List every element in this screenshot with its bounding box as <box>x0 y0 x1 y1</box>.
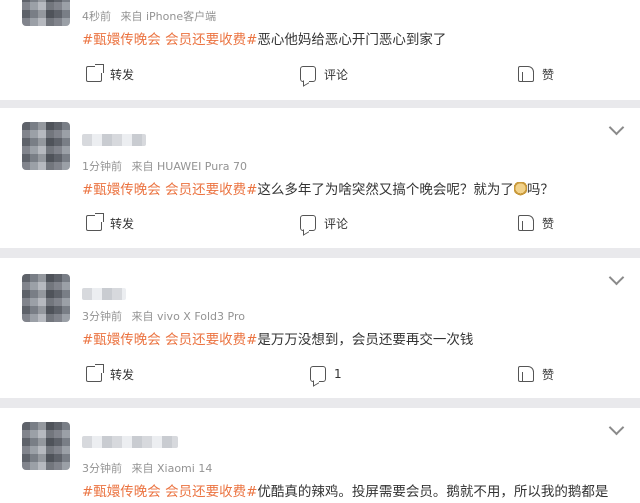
source: 来自 iPhone客户端 <box>120 10 217 23</box>
share-button[interactable]: 转发 <box>86 211 134 235</box>
comment-icon <box>310 366 326 382</box>
comment-card: 1分钟前 来自 HUAWEI Pura 70 #甄嬛传晚会 会员还要收费#这么多… <box>0 108 640 248</box>
avatar[interactable] <box>22 422 70 470</box>
thumbs-up-icon <box>518 215 534 231</box>
timestamp: 4秒前 <box>82 10 111 23</box>
chevron-down-icon[interactable] <box>608 119 625 136</box>
like-label: 赞 <box>542 367 555 382</box>
topic-tag[interactable]: #甄嬛传晚会 会员还要收费# <box>82 484 257 500</box>
comment-body-end: 吗？ <box>526 182 554 198</box>
comment-meta: 4秒前 来自 iPhone客户端 <box>82 8 222 24</box>
comment-body: 优酷真的辣鸡。投屏需要会员。鹅就不用，所以我的鹅都是 <box>257 484 609 500</box>
avatar[interactable] <box>22 274 70 322</box>
avatar[interactable] <box>22 0 70 26</box>
thumbs-up-icon <box>518 66 534 82</box>
comment-icon <box>300 66 316 82</box>
share-label: 转发 <box>110 67 135 82</box>
comment-meta: 1分钟前 来自 HUAWEI Pura 70 <box>82 158 253 174</box>
username-redacted <box>82 288 126 300</box>
comment-body: 是万万没想到，会员还要再交一次钱 <box>257 332 474 348</box>
comment-body: 这么多年了为啥突然又搞个晚会呢？就为了 <box>257 182 514 198</box>
comment-card: 3分钟前 来自 Xiaomi 14 #甄嬛传晚会 会员还要收费#优酷真的辣鸡。投… <box>0 408 640 503</box>
comment-text: #甄嬛传晚会 会员还要收费#优酷真的辣鸡。投屏需要会员。鹅就不用，所以我的鹅都是 <box>82 480 608 500</box>
share-button[interactable]: 转发 <box>86 362 134 386</box>
comment-meta: 3分钟前 来自 vivo X Fold3 Pro <box>82 308 251 324</box>
share-label: 转发 <box>110 367 135 382</box>
source: 来自 HUAWEI Pura 70 <box>131 160 247 173</box>
share-icon <box>86 364 104 382</box>
like-button[interactable]: 赞 <box>518 211 554 235</box>
action-bar: 转发 评论 赞 <box>0 211 640 235</box>
comment-label: 评论 <box>324 216 349 231</box>
action-bar: 转发 1 赞 <box>0 362 640 386</box>
comment-button[interactable]: 评论 <box>300 62 348 86</box>
comment-label: 评论 <box>324 67 349 82</box>
comment-card: 4秒前 来自 iPhone客户端 #甄嬛传晚会 会员还要收费#恶心他妈给恶心开门… <box>0 0 640 100</box>
like-label: 赞 <box>542 216 555 231</box>
action-bar: 转发 评论 赞 <box>0 62 640 86</box>
source: 来自 vivo X Fold3 Pro <box>131 310 245 323</box>
share-label: 转发 <box>110 216 135 231</box>
comment-icon <box>300 215 316 231</box>
comment-button[interactable]: 1 <box>310 362 342 386</box>
like-button[interactable]: 赞 <box>518 62 554 86</box>
share-button[interactable]: 转发 <box>86 62 134 86</box>
topic-tag[interactable]: #甄嬛传晚会 会员还要收费# <box>82 32 257 48</box>
timestamp: 3分钟前 <box>82 310 122 323</box>
comment-text: #甄嬛传晚会 会员还要收费#恶心他妈给恶心开门恶心到家了 <box>82 28 446 48</box>
topic-tag[interactable]: #甄嬛传晚会 会员还要收费# <box>82 332 257 348</box>
comment-card: 3分钟前 来自 vivo X Fold3 Pro #甄嬛传晚会 会员还要收费#是… <box>0 258 640 398</box>
comment-meta: 3分钟前 来自 Xiaomi 14 <box>82 460 218 476</box>
like-label: 赞 <box>542 67 555 82</box>
comment-body: 恶心他妈给恶心开门恶心到家了 <box>257 32 447 48</box>
thumbs-up-icon <box>518 366 534 382</box>
timestamp: 3分钟前 <box>82 462 122 475</box>
comment-feed: 4秒前 来自 iPhone客户端 #甄嬛传晚会 会员还要收费#恶心他妈给恶心开门… <box>0 0 640 503</box>
comment-text: #甄嬛传晚会 会员还要收费#是万万没想到，会员还要再交一次钱 <box>82 328 473 348</box>
share-icon <box>86 213 104 231</box>
username-redacted <box>82 436 178 448</box>
timestamp: 1分钟前 <box>82 160 122 173</box>
topic-tag[interactable]: #甄嬛传晚会 会员还要收费# <box>82 182 257 198</box>
share-icon <box>86 64 104 82</box>
comment-text: #甄嬛传晚会 会员还要收费#这么多年了为啥突然又搞个晚会呢？就为了 吗？ <box>82 178 554 198</box>
money-emoji-icon <box>513 182 527 196</box>
chevron-down-icon[interactable] <box>608 269 625 286</box>
comment-count: 1 <box>334 367 342 381</box>
avatar[interactable] <box>22 122 70 170</box>
username-redacted <box>82 134 146 146</box>
chevron-down-icon[interactable] <box>608 419 625 436</box>
comment-button[interactable]: 评论 <box>300 211 348 235</box>
like-button[interactable]: 赞 <box>518 362 554 386</box>
source: 来自 Xiaomi 14 <box>131 462 213 475</box>
